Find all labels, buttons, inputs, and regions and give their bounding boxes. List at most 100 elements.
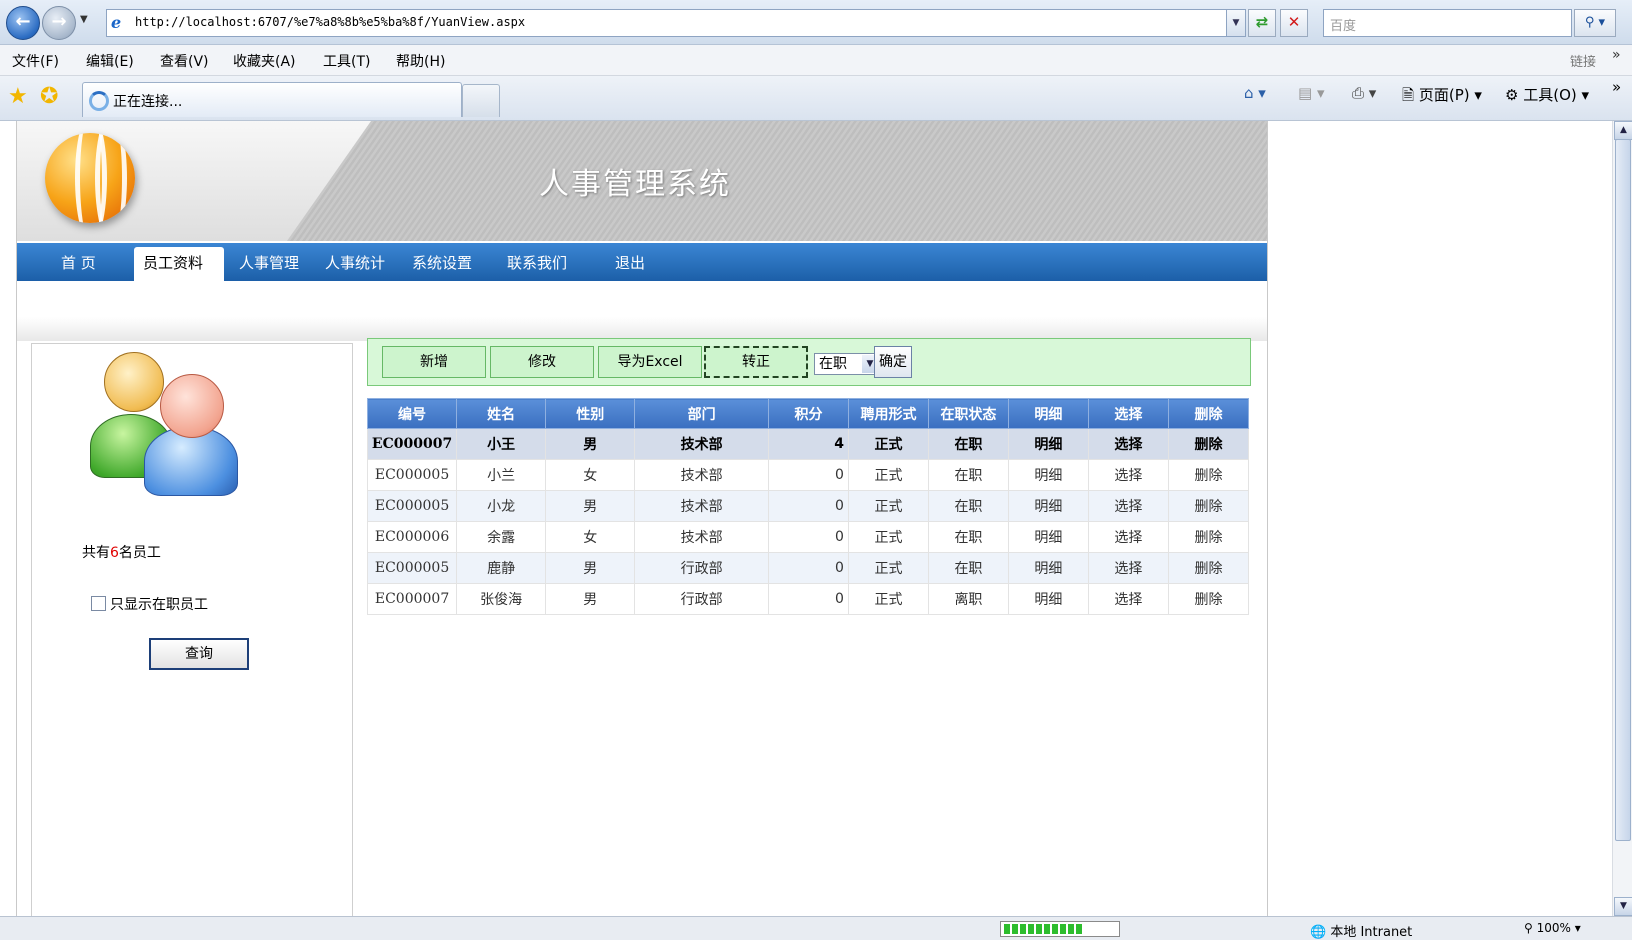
cell-name: 小王 [456,428,547,460]
delete-link[interactable]: 删除 [1167,583,1250,615]
cell-employment-type: 正式 [847,552,929,584]
delete-link[interactable]: 删除 [1167,490,1250,522]
url-field[interactable]: e http://localhost:6707/%e7%a8%8b%e5%ba%… [106,9,1246,37]
cell-name: 小兰 [456,459,547,491]
site-banner: 人事管理系统 [17,121,1267,241]
page-menu-label: 页面(P) [1418,86,1470,104]
cell-gender: 男 [545,428,636,460]
detail-link[interactable]: 明细 [1007,583,1089,615]
tools-menu[interactable]: ⚙ 工具(O) ▾ [1505,84,1589,105]
page-menu[interactable]: 🗎 页面(P) ▾ [1402,84,1482,110]
select-link[interactable]: 选择 [1087,521,1169,553]
nav-logout[interactable]: 退出 [615,252,645,273]
select-link[interactable]: 选择 [1087,583,1169,615]
refresh-icon[interactable]: ⇄ [1248,9,1276,37]
nav-system-settings[interactable]: 系统设置 [412,252,472,273]
delete-link[interactable]: 删除 [1167,459,1250,491]
detail-link[interactable]: 明细 [1007,521,1089,553]
sidebar-panel: 共有6名员工 只显示在职员工 查询 [31,343,353,916]
query-button[interactable]: 查询 [149,638,249,670]
cell-department: 技术部 [634,428,769,460]
cell-points: 0 [767,521,849,553]
edit-button[interactable]: 修改 [490,346,594,378]
action-toolbar: 新增 修改 导为Excel 转正 在职 ▼ 确定 [367,338,1251,386]
select-link[interactable]: 选择 [1087,428,1169,460]
links-label[interactable]: 链接 [1570,51,1596,70]
menu-view[interactable]: 查看(V) [160,51,209,71]
cell-employment-type: 正式 [847,583,929,615]
status-select[interactable]: 在职 ▼ [814,353,880,375]
scroll-thumb[interactable] [1615,139,1631,841]
home-icon[interactable]: ⌂ ▾ [1244,84,1266,102]
forward-button[interactable]: → [42,6,76,40]
cell-status: 离职 [927,583,1009,615]
cell-code: EC000005 [366,490,458,522]
banner-pattern [287,121,1267,241]
cell-status: 在职 [927,459,1009,491]
menu-tools[interactable]: 工具(T) [323,51,370,71]
table-row: EC000005 小兰 女 技术部 0 正式 在职 明细 选择 删除 [366,459,1250,491]
nav-contact-us[interactable]: 联系我们 [507,252,567,273]
nav-hr-statistics[interactable]: 人事统计 [325,252,385,273]
col-header-department: 部门 [634,398,769,429]
search-input[interactable]: 百度 [1323,9,1572,37]
detail-link[interactable]: 明细 [1007,490,1089,522]
regularize-button[interactable]: 转正 [704,346,808,378]
menu-favorites[interactable]: 收藏夹(A) [233,51,296,71]
zoom-level[interactable]: ⚲ 100% ▾ [1524,921,1581,935]
scroll-down-icon[interactable]: ▼ [1614,897,1632,916]
browser-tab[interactable]: 正在连接... [82,82,462,117]
security-zone[interactable]: 🌐 本地 Intranet [1310,921,1412,940]
feeds-icon[interactable]: ▤ ▾ [1298,84,1324,102]
detail-link[interactable]: 明细 [1007,428,1089,460]
cell-name: 鹿静 [456,552,547,584]
scroll-up-icon[interactable]: ▲ [1614,121,1632,140]
cell-points: 0 [767,459,849,491]
detail-link[interactable]: 明细 [1007,459,1089,491]
gear-icon: ⚙ [1505,86,1519,104]
company-logo [45,133,135,223]
nav-hr-management[interactable]: 人事管理 [239,252,299,273]
only-active-label: 只显示在职员工 [110,597,208,613]
menu-help[interactable]: 帮助(H) [396,51,445,71]
new-tab-button[interactable] [462,84,500,117]
cell-department: 技术部 [634,521,769,553]
back-button[interactable]: ← [6,6,40,40]
menu-file[interactable]: 文件(F) [12,51,59,71]
menu-edit[interactable]: 编辑(E) [86,51,134,71]
nav-home[interactable]: 首 页 [61,252,96,273]
recent-pages-dropdown-icon[interactable]: ▼ [80,14,88,25]
add-button[interactable]: 新增 [382,346,486,378]
add-favorite-icon[interactable]: ✪ [40,84,58,109]
chevron-more-icon[interactable]: » [1612,47,1621,63]
only-active-checkbox[interactable] [91,596,106,611]
cell-status: 在职 [927,521,1009,553]
col-header-gender: 性别 [545,398,636,429]
vertical-scrollbar[interactable]: ▲ ▼ [1612,121,1632,916]
select-link[interactable]: 选择 [1087,459,1169,491]
confirm-button[interactable]: 确定 [874,346,912,378]
tools-menu-label: 工具(O) [1523,86,1577,104]
col-header-name: 姓名 [456,398,547,429]
export-excel-button[interactable]: 导为Excel [598,346,702,378]
search-icon[interactable]: ⚲ ▾ [1574,9,1616,37]
users-icon [90,352,250,502]
select-link[interactable]: 选择 [1087,552,1169,584]
chevron-more-icon[interactable]: » [1612,78,1621,96]
cell-status: 在职 [927,490,1009,522]
delete-link[interactable]: 删除 [1167,428,1250,460]
url-dropdown-icon[interactable]: ▼ [1226,9,1246,37]
security-zone-label: 本地 Intranet [1330,925,1413,940]
stop-icon[interactable]: ✕ [1280,9,1308,37]
favorites-star-icon[interactable]: ★ [8,84,28,109]
detail-link[interactable]: 明细 [1007,552,1089,584]
cell-code: EC000005 [366,459,458,491]
delete-link[interactable]: 删除 [1167,521,1250,553]
cell-name: 小龙 [456,490,547,522]
delete-link[interactable]: 删除 [1167,552,1250,584]
print-icon[interactable]: ⎙ ▾ [1352,84,1376,102]
select-link[interactable]: 选择 [1087,490,1169,522]
cell-code: EC000007 [366,428,458,460]
nav-employee-info[interactable]: 员工资料 [134,247,224,281]
only-active-filter[interactable]: 只显示在职员工 [91,594,208,614]
